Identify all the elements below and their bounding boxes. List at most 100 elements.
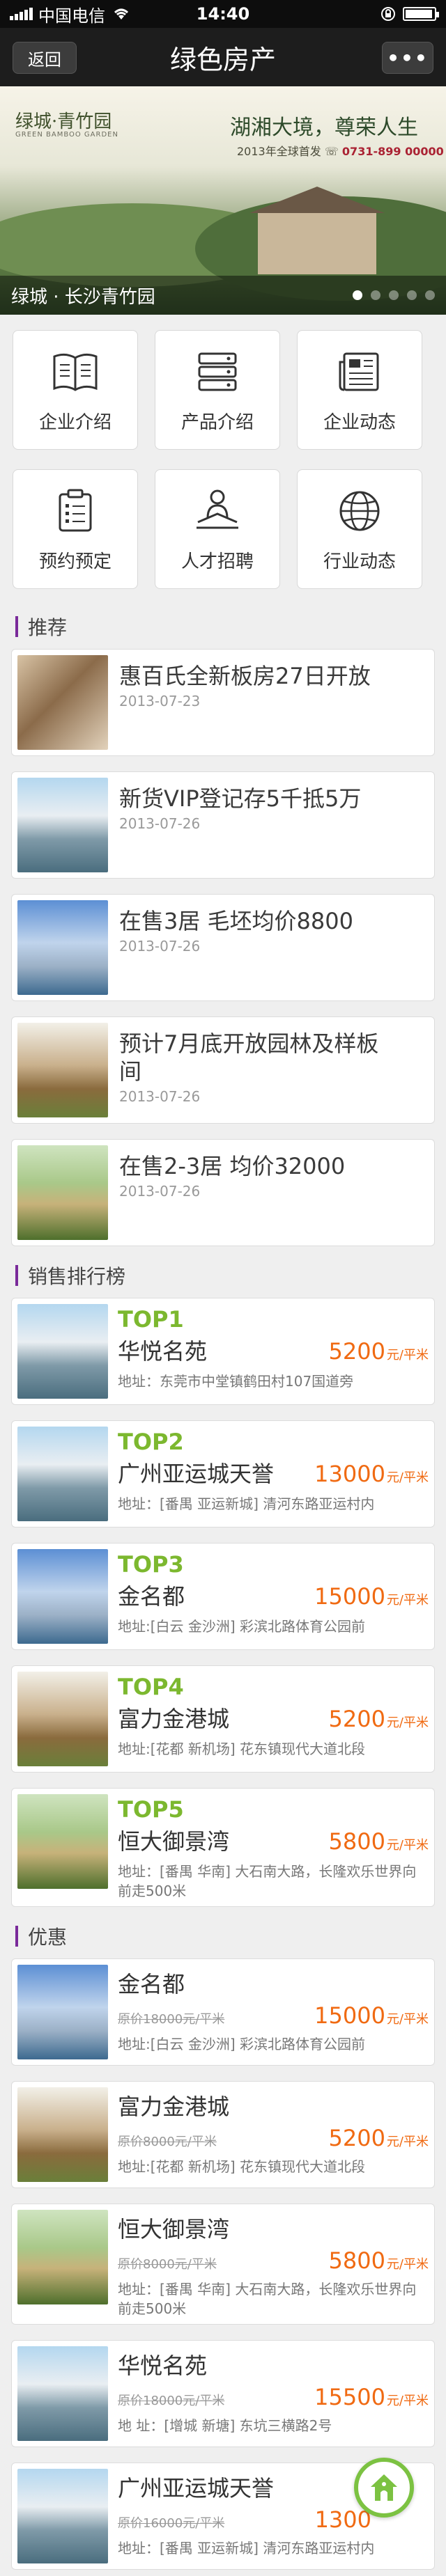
section-accent-bar xyxy=(15,1925,18,1947)
item-name: 恒大御景湾 xyxy=(118,1828,230,1855)
item-price: 15500 xyxy=(314,2383,385,2410)
item-address: 地址：[番禺 亚运新城] 清河东路亚运村内 xyxy=(118,1495,375,1512)
banner-subline: 2013年全球首发 ☏ 0731-899 00000 xyxy=(237,145,444,158)
carousel-dot[interactable] xyxy=(389,290,399,300)
newspaper-icon xyxy=(339,352,379,391)
rank-label: TOP2 xyxy=(118,1429,184,1455)
price-unit: 元/平米 xyxy=(386,2256,429,2272)
item-name: 恒大御景湾 xyxy=(118,2215,230,2243)
promo-item[interactable]: 恒大御景湾 原价8000元/平米 5800 元/平米 地址：[番禺 华南] 大石南大… xyxy=(11,2203,435,2325)
item-price: 5200 xyxy=(328,2124,385,2151)
promo-item[interactable]: 华悦名苑 原价18000元/平米 15500 元/平米 地 址：[增城 新塘] 东坑… xyxy=(11,2339,435,2447)
item-name: 金名都 xyxy=(118,1582,185,1610)
item-thumbnail xyxy=(17,1549,108,1644)
rank-label: TOP5 xyxy=(118,1796,184,1823)
recommend-item[interactable]: 预计7月底开放园林及样板间 2013-07-26 xyxy=(11,1016,435,1124)
menu-tile-recruitment[interactable]: 人才招聘 xyxy=(155,469,280,589)
section-accent-bar xyxy=(15,616,18,637)
recommend-item[interactable]: 惠百氏全新板房27日开放 2013-07-23 xyxy=(11,649,435,756)
price-unit: 元/平米 xyxy=(386,1592,429,1608)
rank-label: TOP3 xyxy=(118,1551,184,1578)
item-price: 5800 xyxy=(328,1828,385,1855)
item-thumbnail xyxy=(17,2209,108,2304)
item-price: 5200 xyxy=(328,1705,385,1732)
ranking-section: 销售排行榜 TOP1 华悦名苑 5200 元/平米 地址：东莞市中堂镇鹤田村107国… xyxy=(0,1262,446,1907)
item-name: 富力金港城 xyxy=(118,2093,230,2120)
price-unit: 元/平米 xyxy=(386,2134,429,2149)
back-button[interactable]: 返回 xyxy=(13,42,77,74)
banner-caption-bar: 绿城 · 长沙青竹园 xyxy=(0,276,446,315)
item-address: 地址：[番禺 华南] 大石南大路，长隆欢乐世界向前走500米 xyxy=(118,2280,417,2317)
battery-icon xyxy=(403,7,439,21)
globe-icon xyxy=(339,491,380,531)
recommend-item[interactable]: 在售3居 毛坯均价8800 2013-07-26 xyxy=(11,894,435,1001)
original-price: 原价18000元/平米 xyxy=(118,2011,225,2027)
price-unit: 元/平米 xyxy=(386,1837,429,1853)
carousel-dot[interactable] xyxy=(353,290,362,300)
carousel-dots xyxy=(353,290,435,300)
ranking-item[interactable]: TOP1 华悦名苑 5200 元/平米 地址：东莞市中堂镇鹤田村107国道旁 xyxy=(11,1298,435,1405)
menu-tile-company-intro[interactable]: 企业介绍 xyxy=(13,330,138,450)
banner-logo: 绿城·青竹园 xyxy=(15,111,112,132)
item-thumbnail xyxy=(17,1427,108,1521)
clipboard-icon xyxy=(59,489,92,531)
menu-tile-reservation[interactable]: 预约预定 xyxy=(13,469,138,589)
item-address: 地址:[花都 新机场] 花东镇现代大道北段 xyxy=(118,2158,366,2175)
floating-home-button[interactable] xyxy=(354,2458,414,2518)
ranking-item[interactable]: TOP2 广州亚运城天誉 13000 元/平米 地址：[番禺 亚运新城] 清河东路亚… xyxy=(11,1420,435,1527)
recommend-item[interactable]: 在售2-3居 均价32000 2013-07-26 xyxy=(11,1139,435,1246)
original-price: 原价8000元/平米 xyxy=(118,2256,217,2272)
menu-tile-industry-news[interactable]: 行业动态 xyxy=(297,469,422,589)
item-thumbnail xyxy=(17,778,108,872)
item-thumbnail xyxy=(17,1304,108,1399)
original-price: 原价16000元/平米 xyxy=(118,2515,225,2531)
item-thumbnail xyxy=(17,1794,108,1889)
section-title: 推荐 xyxy=(28,616,68,639)
section-title: 销售排行榜 xyxy=(28,1265,126,1288)
carousel-dot[interactable] xyxy=(407,290,417,300)
item-thumbnail xyxy=(17,2346,108,2441)
price-unit: 元/平米 xyxy=(386,2011,429,2027)
banner-carousel[interactable]: 绿城·青竹园 GREEN BAMBOO GARDEN 湖湘大境，尊荣人生 201… xyxy=(0,86,446,315)
section-title: 优惠 xyxy=(28,1925,68,1949)
ranking-item[interactable]: TOP4 富力金港城 5200 元/平米 地址:[花都 新机场] 花东镇现代大道北段 xyxy=(11,1665,435,1773)
section-header: 推荐 xyxy=(0,613,446,641)
item-address: 地址：东莞市中堂镇鹤田村107国道旁 xyxy=(118,1372,354,1390)
item-title: 在售3居 毛坯均价8800 xyxy=(119,908,353,934)
banner-villa-image xyxy=(249,187,385,274)
item-date: 2013-07-26 xyxy=(119,1183,201,1200)
carousel-dot[interactable] xyxy=(371,290,380,300)
menu-tile-label: 预约预定 xyxy=(38,551,112,572)
book-icon xyxy=(53,353,98,391)
ranking-item[interactable]: TOP5 恒大御景湾 5800 元/平米 地址：[番禺 华南] 大石南大路，长隆欢乐… xyxy=(11,1788,435,1907)
ranking-item[interactable]: TOP3 金名都 15000 元/平米 地址:[白云 金沙洲] 彩滨北路体育公园前 xyxy=(11,1543,435,1650)
item-thumbnail xyxy=(17,900,108,995)
item-date: 2013-07-26 xyxy=(119,938,201,955)
item-price: 5800 xyxy=(328,2247,385,2274)
promo-item[interactable]: 富力金港城 原价8000元/平米 5200 元/平米 地址:[花都 新机场] 花东镇… xyxy=(11,2080,435,2188)
item-date: 2013-07-26 xyxy=(119,1088,201,1105)
section-accent-bar xyxy=(15,1265,18,1286)
carousel-dot[interactable] xyxy=(425,290,435,300)
recommend-item[interactable]: 新货VIP登记存5千抵5万 2013-07-26 xyxy=(11,771,435,879)
item-address: 地址:[花都 新机场] 花东镇现代大道北段 xyxy=(118,1740,366,1757)
item-name: 金名都 xyxy=(118,1970,185,1997)
server-icon xyxy=(198,352,237,391)
item-title: 新货VIP登记存5千抵5万 xyxy=(119,785,362,812)
price-unit: 元/平米 xyxy=(386,2393,429,2408)
item-name: 华悦名苑 xyxy=(118,1337,208,1365)
more-button[interactable]: ••• xyxy=(382,42,433,74)
clock: 14:40 xyxy=(196,4,250,24)
menu-tile-company-news[interactable]: 企业动态 xyxy=(297,330,422,450)
menu-tile-products[interactable]: 产品介绍 xyxy=(155,330,280,450)
promo-item[interactable]: 金名都 原价18000元/平米 15000 元/平米 地址:[白云 金沙洲] 彩滨北… xyxy=(11,1958,435,2066)
menu-grid: 企业介绍 产品介绍 企业动态 预约预定 人才招聘 行业动态 xyxy=(0,315,446,592)
rank-label: TOP1 xyxy=(118,1306,184,1333)
house-icon xyxy=(371,2474,397,2501)
item-price: 15000 xyxy=(314,1582,385,1610)
section-header: 销售排行榜 xyxy=(0,1262,446,1289)
item-title: 预计7月底开放园林及样板间 xyxy=(119,1030,379,1085)
item-address: 地址:[白云 金沙洲] 彩滨北路体育公园前 xyxy=(118,2035,366,2052)
page-title: 绿色房产 xyxy=(169,44,276,75)
section-header: 优惠 xyxy=(0,1922,446,1950)
